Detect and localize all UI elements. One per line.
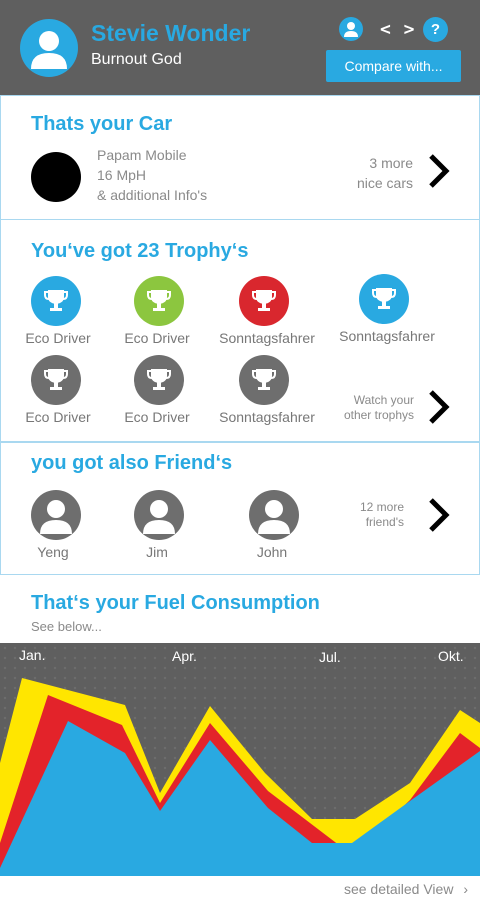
- trophy-badge[interactable]: [134, 276, 184, 326]
- friend-avatar[interactable]: [134, 490, 184, 540]
- user-avatar[interactable]: [20, 19, 78, 77]
- trophy-label: Sonntagsfahrer: [339, 328, 435, 344]
- more-cars-text[interactable]: 3 more nice cars: [313, 153, 413, 193]
- friends-section-title: you got also Friend‘s: [31, 452, 233, 474]
- trophy-icon: [44, 369, 68, 390]
- trophy-icon: [372, 288, 396, 309]
- watch-trophys-line2: other trophys: [343, 408, 414, 422]
- car-speed: 16 MpH: [97, 167, 147, 183]
- trophy-label: Eco Driver: [124, 330, 190, 346]
- friend-avatar[interactable]: [31, 490, 81, 540]
- friend-name: Jim: [146, 544, 168, 560]
- more-friends-line2: friend's: [365, 515, 404, 529]
- trophy-badge[interactable]: [134, 355, 184, 405]
- trophy-icon: [252, 290, 276, 311]
- trophy-badge[interactable]: [239, 276, 289, 326]
- profile-icon[interactable]: [339, 17, 363, 41]
- user-silhouette-icon: [31, 31, 67, 69]
- friend-name: Yeng: [37, 544, 69, 560]
- month-label-jul: Jul.: [319, 649, 341, 665]
- detailed-view-label: see detailed View: [343, 881, 454, 897]
- car-image[interactable]: [31, 152, 81, 202]
- watch-trophys-text[interactable]: Watch your other trophys: [330, 393, 414, 423]
- compare-with-button[interactable]: Compare with...: [326, 50, 461, 82]
- trophy-badge[interactable]: [31, 355, 81, 405]
- trophy-badge[interactable]: [359, 274, 409, 324]
- more-cars-line2: nice cars: [356, 175, 413, 191]
- detailed-view-chevron-icon: ›: [463, 881, 468, 897]
- more-cars-line1: 3 more: [369, 155, 413, 171]
- trophy-label: Eco Driver: [124, 409, 190, 425]
- watch-trophys-line1: Watch your: [353, 393, 414, 407]
- trophy-icon: [147, 290, 171, 311]
- user-name: Stevie Wonder: [91, 20, 251, 46]
- trophy-label: Sonntagsfahrer: [219, 330, 315, 346]
- more-friends-line1: 12 more: [359, 500, 404, 514]
- month-label-apr: Apr.: [172, 648, 197, 664]
- month-label-okt: Okt.: [438, 648, 464, 664]
- fuel-chart[interactable]: Jan. Apr. Jul. Okt.: [0, 643, 480, 876]
- user-title: Burnout God: [91, 51, 182, 68]
- trophy-section-title: You‘ve got 23 Trophy‘s: [31, 240, 249, 262]
- trophy-label: Sonntagsfahrer: [219, 409, 315, 425]
- fuel-chart-svg: [0, 643, 480, 876]
- car-section-title: Thats your Car: [31, 113, 173, 135]
- fuel-section-title: That‘s your Fuel Consumption: [31, 592, 320, 614]
- fuel-subtitle: See below...: [31, 619, 102, 634]
- more-cars-chevron-icon[interactable]: [426, 153, 452, 189]
- more-friends-text[interactable]: 12 more friend's: [330, 500, 404, 530]
- month-label-jan: Jan.: [19, 647, 46, 663]
- profile-header: Stevie Wonder Burnout God < > ? Compare …: [0, 0, 480, 95]
- detailed-view-link[interactable]: see detailed View ›: [344, 881, 468, 897]
- friend-name: John: [256, 544, 288, 560]
- trophy-icon: [252, 369, 276, 390]
- car-info: & additional Info's: [97, 187, 208, 203]
- user-silhouette-icon: [143, 500, 175, 534]
- friend-avatar[interactable]: [249, 490, 299, 540]
- trophy-icon: [44, 290, 68, 311]
- trophy-badge[interactable]: [239, 355, 289, 405]
- more-trophys-chevron-icon[interactable]: [426, 389, 452, 425]
- user-silhouette-icon: [258, 500, 290, 534]
- trophy-icon: [147, 369, 171, 390]
- code-icon[interactable]: < >: [380, 19, 416, 40]
- user-silhouette-icon: [40, 500, 72, 534]
- more-friends-chevron-icon[interactable]: [426, 497, 452, 533]
- trophy-badge[interactable]: [31, 276, 81, 326]
- car-name: Papam Mobile: [97, 147, 187, 163]
- help-icon[interactable]: ?: [423, 17, 448, 42]
